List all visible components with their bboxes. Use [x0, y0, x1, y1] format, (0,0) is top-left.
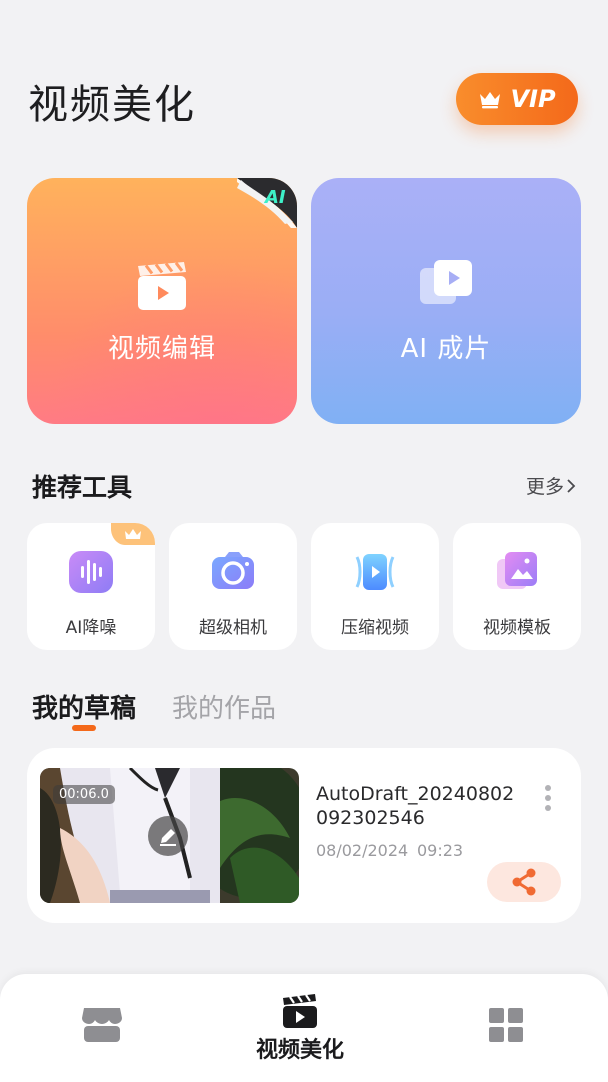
ai-badge-icon: AI — [237, 178, 297, 228]
crown-icon — [480, 92, 501, 109]
vip-label: VIP — [510, 85, 556, 113]
chevron-right-icon — [567, 478, 576, 493]
tools-section-title: 推荐工具 — [32, 473, 133, 502]
draft-thumbnail[interactable]: 00:06.0 — [40, 768, 299, 903]
tool-ai-noise-reduction[interactable]: AI降噪 — [27, 523, 155, 650]
compress-video-icon — [355, 554, 395, 590]
tool-video-template[interactable]: 视频模板 — [453, 523, 581, 650]
noise-reduction-icon — [69, 551, 113, 593]
tool-compress-video[interactable]: 压缩视频 — [311, 523, 439, 650]
draft-card[interactable]: 00:06.0 AutoDraft_20240802092302546 08/0… — [27, 748, 581, 923]
draft-duration: 00:06.0 — [53, 785, 115, 804]
tab-my-works[interactable]: 我的作品 — [172, 688, 276, 725]
nav-video-beautify-label: 视频美化 — [256, 1038, 345, 1063]
video-edit-label: 视频编辑 — [107, 334, 216, 364]
ai-video-card[interactable]: AI 成片 — [311, 178, 581, 424]
grid-apps-icon — [489, 1008, 523, 1042]
more-label: 更多 — [526, 476, 565, 498]
more-tools-link[interactable]: 更多 — [526, 472, 576, 499]
tool-label: 超级相机 — [199, 618, 267, 638]
tool-label: AI降噪 — [65, 618, 117, 638]
premium-crown-icon — [111, 523, 155, 545]
nav-apps[interactable] — [487, 1006, 525, 1044]
video-edit-card[interactable]: AI 视频编辑 — [27, 178, 297, 424]
tab-active-indicator — [72, 725, 96, 731]
tool-super-camera[interactable]: 超级相机 — [169, 523, 297, 650]
edit-draft-button[interactable] — [148, 816, 188, 856]
ai-badge-text: AI — [263, 187, 286, 208]
nav-store[interactable] — [80, 1004, 124, 1044]
draft-name: AutoDraft_20240802092302546 — [316, 783, 515, 829]
more-options-icon[interactable] — [542, 784, 554, 812]
clapperboard-icon — [138, 261, 186, 310]
video-beautify-icon — [283, 994, 317, 1028]
pencil-icon — [160, 829, 176, 846]
tab-my-drafts[interactable]: 我的草稿 — [32, 688, 136, 725]
vip-button[interactable]: VIP — [456, 73, 578, 125]
camera-icon — [212, 552, 254, 589]
ai-video-label: AI 成片 — [400, 334, 492, 364]
video-template-icon — [497, 552, 537, 589]
nav-video-beautify[interactable]: 视频美化 — [256, 992, 344, 1064]
share-icon — [512, 868, 536, 896]
draft-time: 09:23 — [417, 841, 464, 860]
stacked-video-icon — [420, 260, 472, 304]
share-draft-button[interactable] — [487, 862, 561, 902]
tool-label: 压缩视频 — [341, 618, 409, 638]
tool-label: 视频模板 — [483, 618, 551, 638]
page-title: 视频美化 — [28, 82, 196, 128]
store-icon — [82, 1008, 122, 1042]
works-tabs: 我的草稿 我的作品 — [32, 688, 276, 725]
bottom-navigation: 视频美化 — [0, 974, 608, 1082]
draft-date: 08/02/2024 — [316, 841, 409, 860]
